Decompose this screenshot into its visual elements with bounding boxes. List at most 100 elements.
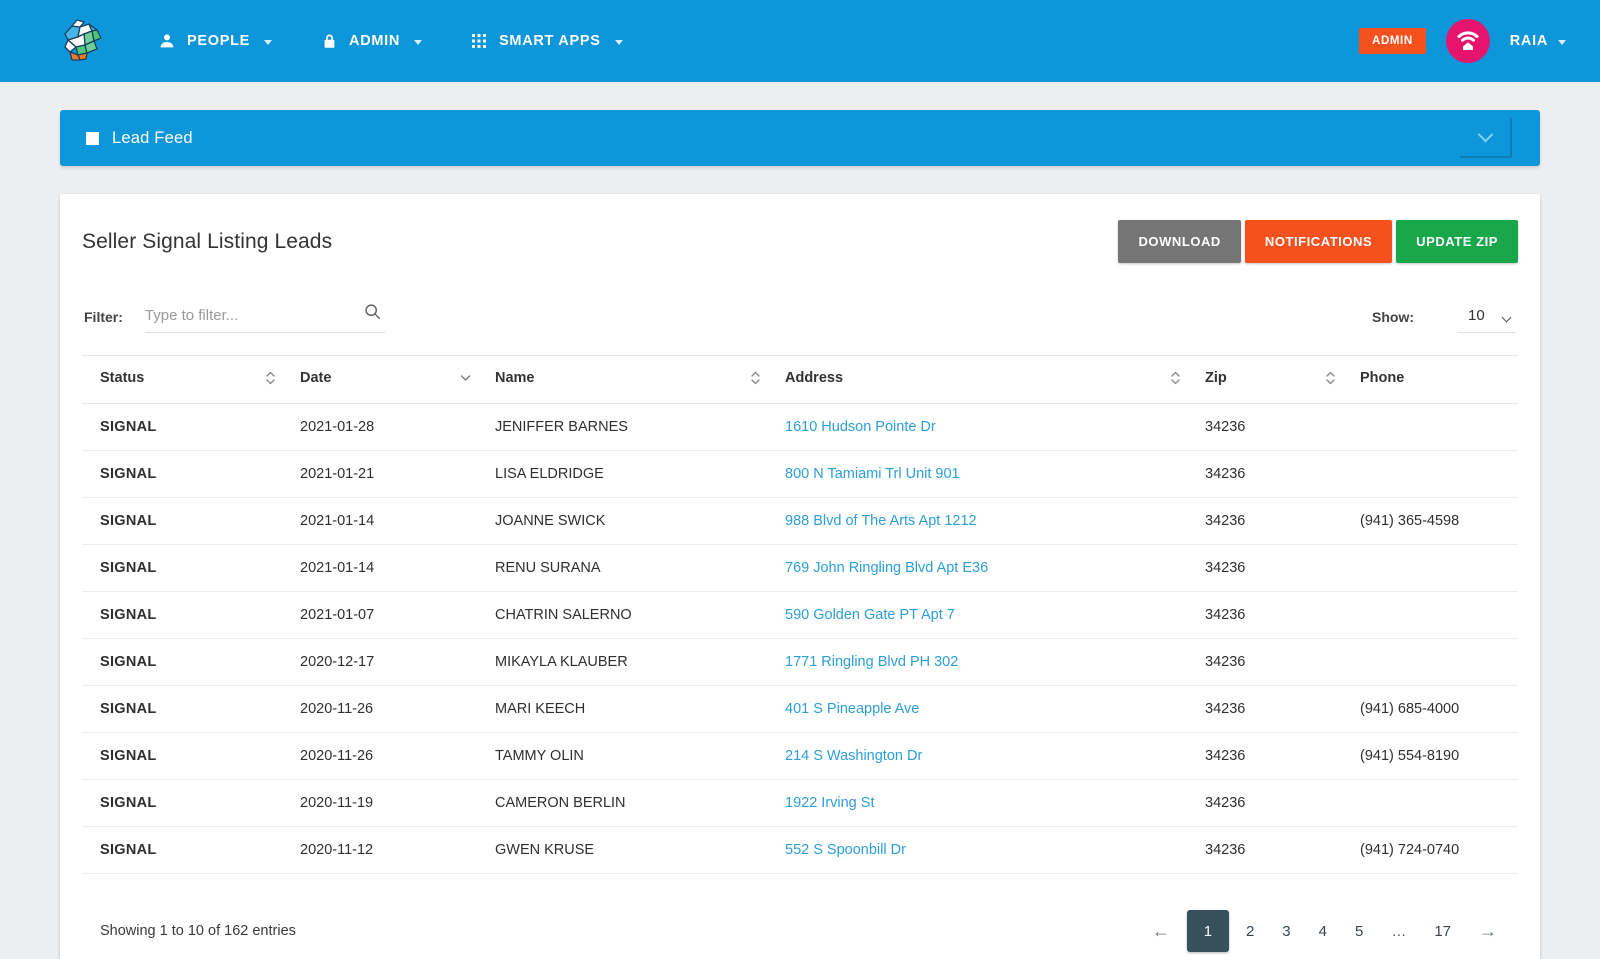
cell-date: 2021-01-14 bbox=[282, 498, 477, 545]
address-link[interactable]: 1922 Irving St bbox=[785, 795, 874, 811]
cell-zip: 34236 bbox=[1187, 686, 1342, 733]
notifications-button[interactable]: NOTIFICATIONS bbox=[1245, 220, 1392, 263]
table-header-row: Status Date bbox=[82, 356, 1518, 404]
cell-zip: 34236 bbox=[1187, 498, 1342, 545]
cell-zip: 34236 bbox=[1187, 827, 1342, 874]
cell-address: 1771 Ringling Blvd PH 302 bbox=[767, 639, 1187, 686]
table-row: SIGNAL2020-11-12GWEN KRUSE552 S Spoonbil… bbox=[82, 827, 1518, 874]
cell-phone: (941) 554-8190 bbox=[1342, 733, 1518, 780]
column-header-zip[interactable]: Zip bbox=[1187, 356, 1342, 404]
admin-badge[interactable]: ADMIN bbox=[1359, 28, 1426, 54]
cell-phone: (941) 724-0740 bbox=[1342, 827, 1518, 874]
cell-zip: 34236 bbox=[1187, 733, 1342, 780]
address-link[interactable]: 214 S Washington Dr bbox=[785, 748, 922, 764]
top-navigation-bar: PEOPLE ADMIN SMART APPS bbox=[0, 0, 1600, 82]
pagination-next[interactable]: → bbox=[1468, 910, 1508, 952]
cell-date: 2020-11-26 bbox=[282, 686, 477, 733]
person-icon bbox=[158, 32, 176, 50]
user-menu[interactable]: RAIA bbox=[1510, 33, 1566, 49]
column-label-date: Date bbox=[300, 370, 331, 386]
address-link[interactable]: 401 S Pineapple Ave bbox=[785, 701, 919, 717]
address-link[interactable]: 769 John Ringling Blvd Apt E36 bbox=[785, 560, 988, 576]
card-action-buttons: DOWNLOAD NOTIFICATIONS UPDATE ZIP bbox=[1118, 220, 1518, 263]
entries-info: Showing 1 to 10 of 162 entries bbox=[100, 923, 296, 939]
cell-name: CHATRIN SALERNO bbox=[477, 592, 767, 639]
cell-date: 2020-11-26 bbox=[282, 733, 477, 780]
cell-phone: (941) 365-4598 bbox=[1342, 498, 1518, 545]
download-button[interactable]: DOWNLOAD bbox=[1118, 220, 1240, 263]
table-row: SIGNAL2021-01-07CHATRIN SALERNO590 Golde… bbox=[82, 592, 1518, 639]
pagination-page-5[interactable]: 5 bbox=[1344, 910, 1374, 952]
address-link[interactable]: 552 S Spoonbill Dr bbox=[785, 842, 906, 858]
primary-nav: PEOPLE ADMIN SMART APPS bbox=[156, 26, 625, 56]
sort-both-icon bbox=[1311, 370, 1336, 386]
address-link[interactable]: 1771 Ringling Blvd PH 302 bbox=[785, 654, 958, 670]
cell-address: 590 Golden Gate PT Apt 7 bbox=[767, 592, 1187, 639]
address-link[interactable]: 590 Golden Gate PT Apt 7 bbox=[785, 607, 955, 623]
lead-feed-collapse-button[interactable] bbox=[1460, 118, 1512, 158]
table-row: SIGNAL2020-11-26TAMMY OLIN214 S Washingt… bbox=[82, 733, 1518, 780]
search-icon[interactable] bbox=[364, 303, 381, 325]
pagination-page-1[interactable]: 1 bbox=[1187, 910, 1229, 952]
column-label-status: Status bbox=[100, 370, 144, 386]
column-header-date[interactable]: Date bbox=[282, 356, 477, 404]
chevron-down-icon bbox=[414, 40, 422, 45]
nav-right-group: ADMIN RAIA bbox=[1359, 19, 1566, 63]
cell-zip: 34236 bbox=[1187, 592, 1342, 639]
pagination-page-3[interactable]: 3 bbox=[1271, 910, 1301, 952]
table-controls: Filter: Show: 10 bbox=[82, 307, 1518, 333]
lead-feed-square-icon bbox=[86, 132, 99, 145]
pagination-ellipsis: … bbox=[1380, 910, 1417, 952]
cell-date: 2020-11-19 bbox=[282, 780, 477, 827]
cell-zip: 34236 bbox=[1187, 639, 1342, 686]
nav-item-admin[interactable]: ADMIN bbox=[318, 26, 424, 56]
search-input[interactable] bbox=[145, 307, 345, 324]
pagination-page-4[interactable]: 4 bbox=[1308, 910, 1338, 952]
cell-status: SIGNAL bbox=[82, 780, 282, 827]
page-title: Seller Signal Listing Leads bbox=[82, 230, 332, 254]
cell-address: 1610 Hudson Pointe Dr bbox=[767, 404, 1187, 451]
lead-feed-panel-header[interactable]: Lead Feed bbox=[60, 110, 1540, 166]
brain-logo[interactable] bbox=[54, 12, 112, 70]
table-row: SIGNAL2020-11-19CAMERON BERLIN1922 Irvin… bbox=[82, 780, 1518, 827]
column-header-name[interactable]: Name bbox=[477, 356, 767, 404]
sort-desc-icon bbox=[446, 370, 471, 386]
column-header-phone[interactable]: Phone bbox=[1342, 356, 1518, 404]
table-row: SIGNAL2021-01-14RENU SURANA769 John Ring… bbox=[82, 545, 1518, 592]
avatar[interactable] bbox=[1446, 19, 1490, 63]
update-zip-button[interactable]: UPDATE ZIP bbox=[1396, 220, 1518, 263]
column-label-zip: Zip bbox=[1205, 370, 1227, 386]
cell-status: SIGNAL bbox=[82, 498, 282, 545]
page-content: Lead Feed Seller Signal Listing Leads DO… bbox=[0, 82, 1600, 959]
column-label-phone: Phone bbox=[1360, 370, 1404, 386]
cell-zip: 34236 bbox=[1187, 404, 1342, 451]
address-link[interactable]: 988 Blvd of The Arts Apt 1212 bbox=[785, 513, 977, 529]
address-link[interactable]: 800 N Tamiami Trl Unit 901 bbox=[785, 466, 960, 482]
cell-address: 800 N Tamiami Trl Unit 901 bbox=[767, 451, 1187, 498]
cell-address: 769 John Ringling Blvd Apt E36 bbox=[767, 545, 1187, 592]
column-header-address[interactable]: Address bbox=[767, 356, 1187, 404]
table-row: SIGNAL2021-01-28JENIFFER BARNES1610 Huds… bbox=[82, 404, 1518, 451]
page-size-select[interactable]: 10 bbox=[1458, 307, 1516, 333]
table-row: SIGNAL2021-01-21LISA ELDRIDGE800 N Tamia… bbox=[82, 451, 1518, 498]
cell-name: JOANNE SWICK bbox=[477, 498, 767, 545]
nav-item-people[interactable]: PEOPLE bbox=[156, 26, 274, 56]
leads-table: Status Date bbox=[82, 355, 1518, 874]
cell-status: SIGNAL bbox=[82, 404, 282, 451]
column-header-status[interactable]: Status bbox=[82, 356, 282, 404]
cell-phone bbox=[1342, 780, 1518, 827]
address-link[interactable]: 1610 Hudson Pointe Dr bbox=[785, 419, 936, 435]
cell-date: 2021-01-14 bbox=[282, 545, 477, 592]
column-label-name: Name bbox=[495, 370, 535, 386]
cell-date: 2021-01-28 bbox=[282, 404, 477, 451]
filter-label: Filter: bbox=[84, 309, 123, 333]
pagination-prev[interactable]: ← bbox=[1141, 910, 1181, 952]
nav-item-smart-apps[interactable]: SMART APPS bbox=[468, 26, 625, 56]
grid-apps-icon bbox=[470, 32, 488, 50]
sort-both-icon bbox=[736, 370, 761, 386]
pagination-page-2[interactable]: 2 bbox=[1235, 910, 1265, 952]
lead-feed-title: Lead Feed bbox=[112, 129, 193, 148]
cell-date: 2020-12-17 bbox=[282, 639, 477, 686]
cell-address: 214 S Washington Dr bbox=[767, 733, 1187, 780]
pagination-page-17[interactable]: 17 bbox=[1423, 910, 1462, 952]
